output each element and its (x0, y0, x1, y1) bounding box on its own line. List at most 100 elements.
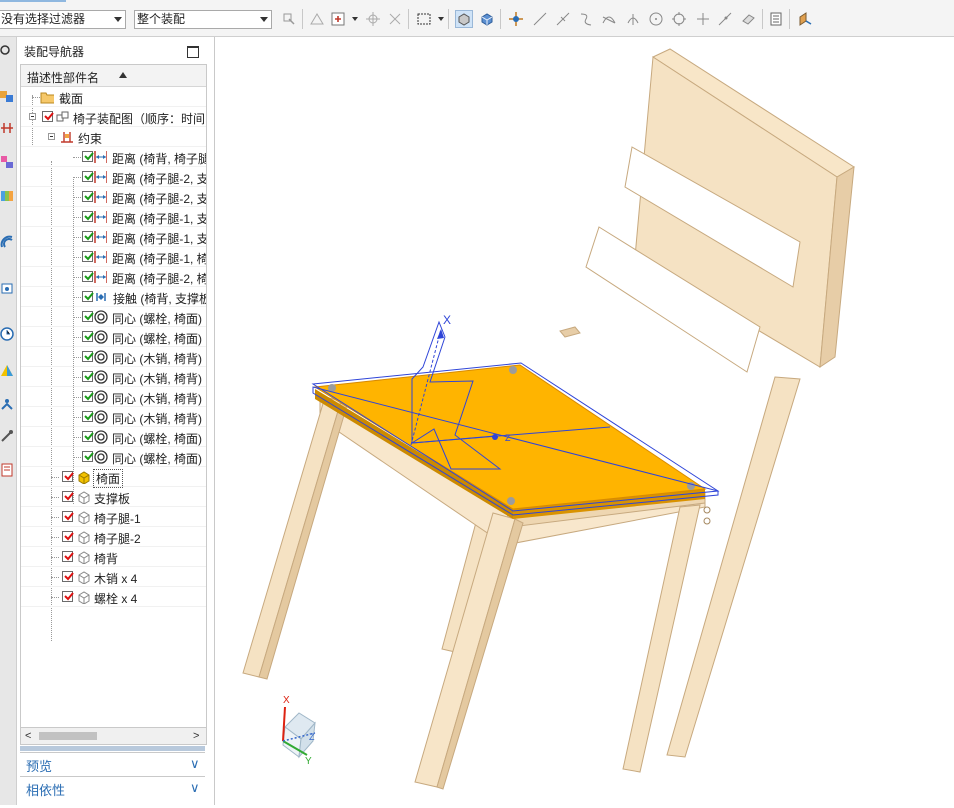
visibility-checkbox[interactable] (62, 471, 74, 482)
tree-row-component[interactable]: 椅背 (21, 547, 206, 567)
shaded-icon[interactable] (478, 10, 496, 28)
process-studio-icon[interactable] (0, 397, 14, 411)
tree-row-constraint[interactable]: 同心 (螺栓, 椅面) (21, 447, 206, 467)
constraint-checkbox[interactable] (82, 231, 94, 242)
constraint-checkbox[interactable] (82, 251, 94, 262)
web-browser-icon[interactable] (0, 235, 14, 249)
part-navigator-icon[interactable] (0, 155, 14, 169)
intersection-point-icon[interactable] (600, 10, 618, 28)
arc-center-icon[interactable] (624, 10, 642, 28)
tree-row-component[interactable]: 支撑板 (21, 487, 206, 507)
endpoint-icon[interactable] (531, 10, 549, 28)
tree-row-constraint[interactable]: 距离 (椅子腿-1, 椅 (21, 247, 206, 267)
layer-settings-icon[interactable] (767, 10, 785, 28)
assembly-navigator-icon[interactable] (0, 89, 14, 103)
rectangle-select-icon[interactable] (415, 10, 433, 28)
clock-icon[interactable] (0, 327, 14, 341)
sort-ascending-icon[interactable] (119, 72, 127, 78)
tree-row-constraint[interactable]: 同心 (木销, 椅背) (21, 387, 206, 407)
midpoint-icon[interactable] (554, 10, 572, 28)
visibility-checkbox[interactable] (62, 491, 74, 502)
tree-row-constraint[interactable]: 同心 (螺栓, 椅面) (21, 307, 206, 327)
reuse-library-icon[interactable] (0, 189, 14, 203)
point-on-curve-icon[interactable] (716, 10, 734, 28)
tree-row-constraint[interactable]: 距离 (椅子腿-2, 椅 (21, 267, 206, 287)
tree-row-constraint[interactable]: 同心 (螺栓, 椅面) (21, 427, 206, 447)
history-icon[interactable] (0, 281, 14, 295)
scroll-right-icon[interactable]: > (193, 730, 199, 742)
snap-enable-icon[interactable] (507, 10, 525, 28)
gear-icon[interactable] (0, 43, 14, 57)
snap-point-icon[interactable] (364, 10, 382, 28)
select-features-icon[interactable] (308, 10, 326, 28)
tree-row-component[interactable]: 螺栓 x 4 (21, 587, 206, 607)
assembly-tree[interactable]: 描述性部件名 截面 椅子装配图（顺序：时间 约束 距离 (椅背, 椅子腿 距离 … (20, 64, 207, 731)
column-header-descriptive-name[interactable]: 描述性部件名 (21, 65, 206, 87)
select-by-type-icon[interactable] (329, 10, 347, 28)
tree-row-constraint[interactable]: 距离 (椅背, 椅子腿 (21, 147, 206, 167)
constraint-checkbox[interactable] (82, 411, 94, 422)
roles-icon[interactable] (0, 463, 14, 477)
quadrant-point-icon[interactable] (670, 10, 688, 28)
selection-scope-combo[interactable]: 整个装配 (134, 10, 272, 29)
constraint-checkbox[interactable] (82, 311, 94, 322)
tree-row-component[interactable]: 椅子腿-1 (21, 507, 206, 527)
visibility-checkbox[interactable] (62, 591, 74, 602)
tree-row-constraint[interactable]: 距离 (椅子腿-2, 支 (21, 187, 206, 207)
wcs-dynamics-icon[interactable] (796, 10, 814, 28)
visibility-checkbox[interactable] (62, 531, 74, 542)
tree-row-constraint[interactable]: 距离 (椅子腿-1, 支 (21, 227, 206, 247)
horizontal-scrollbar[interactable]: < > (20, 727, 207, 745)
constraint-checkbox[interactable] (82, 191, 94, 202)
scroll-left-icon[interactable]: < (25, 730, 31, 742)
point-on-surface-icon[interactable] (739, 10, 757, 28)
constraint-checkbox[interactable] (82, 391, 94, 402)
tree-row-constraint[interactable]: 距离 (椅子腿-2, 支 (21, 167, 206, 187)
collapse-toggle-icon[interactable] (29, 113, 36, 120)
constraint-checkbox[interactable] (82, 151, 94, 162)
circle-center-icon[interactable] (647, 10, 665, 28)
constraint-checkbox[interactable] (82, 211, 94, 222)
visibility-checkbox[interactable] (62, 551, 74, 562)
constraint-checkbox[interactable] (82, 171, 94, 182)
constraint-checkbox[interactable] (82, 431, 94, 442)
constraint-checkbox[interactable] (82, 291, 94, 302)
tree-row-constraint[interactable]: 同心 (螺栓, 椅面) (21, 327, 206, 347)
system-materials-icon[interactable] (0, 363, 14, 377)
tree-row-component[interactable]: 椅面 (21, 467, 206, 488)
chevron-down-icon[interactable] (352, 17, 358, 21)
tree-row-constraint[interactable]: 接触 (椅背, 支撑板 (21, 287, 206, 307)
tree-row-constraints[interactable]: 约束 (21, 127, 206, 147)
constraint-checkbox[interactable] (82, 451, 94, 462)
graphics-viewport[interactable]: X Z X Y Z (215, 37, 954, 805)
tree-row-component[interactable]: 椅子腿-2 (21, 527, 206, 547)
visibility-checkbox[interactable] (42, 111, 54, 122)
maximize-icon[interactable] (187, 46, 199, 58)
constraint-checkbox[interactable] (82, 351, 94, 362)
dependency-section-header[interactable]: 相依性 ∨ (20, 776, 205, 799)
existing-point-icon[interactable] (694, 10, 712, 28)
tree-row-section[interactable]: 截面 (21, 87, 206, 107)
visibility-checkbox[interactable] (62, 571, 74, 582)
tree-row-component[interactable]: 木销 x 4 (21, 567, 206, 587)
collapse-toggle-icon[interactable] (48, 133, 55, 140)
constraint-navigator-icon[interactable] (0, 121, 14, 135)
deselect-icon[interactable] (386, 10, 404, 28)
tree-row-root-assembly[interactable]: 椅子装配图（顺序：时间 (21, 107, 206, 127)
control-point-icon[interactable] (577, 10, 595, 28)
tree-row-constraint[interactable]: 距离 (椅子腿-1, 支 (21, 207, 206, 227)
manufacturing-wizard-icon[interactable] (0, 429, 14, 443)
constraint-checkbox[interactable] (82, 271, 94, 282)
preview-section-header[interactable]: 预览 ∨ (20, 752, 205, 775)
chair-model[interactable]: X Z X Y Z (215, 37, 954, 805)
selection-filter-combo[interactable]: 没有选择过滤器 (0, 10, 126, 29)
tree-row-constraint[interactable]: 同心 (木销, 椅背) (21, 407, 206, 427)
tree-row-constraint[interactable]: 同心 (木销, 椅背) (21, 367, 206, 387)
general-selection-icon[interactable] (280, 10, 298, 28)
shaded-with-edges-icon[interactable] (455, 10, 473, 28)
scrollbar-thumb[interactable] (39, 732, 97, 740)
chevron-down-icon[interactable] (438, 17, 444, 21)
constraint-checkbox[interactable] (82, 331, 94, 342)
visibility-checkbox[interactable] (62, 511, 74, 522)
constraint-checkbox[interactable] (82, 371, 94, 382)
